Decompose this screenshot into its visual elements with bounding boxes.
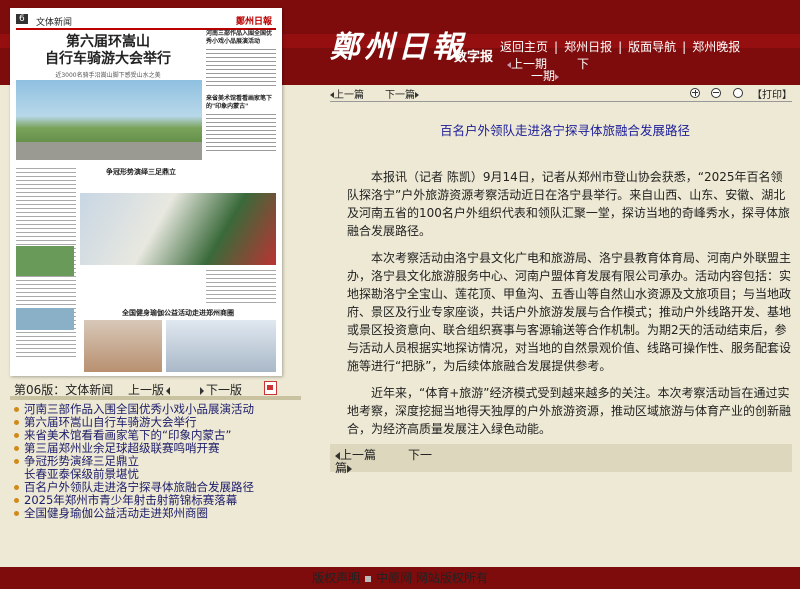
- paper-headline-line2: 自行车骑游大会举行: [45, 51, 171, 67]
- text-lines: [206, 114, 276, 154]
- zoom-in-icon[interactable]: [690, 88, 700, 98]
- toolbar-next-article[interactable]: 下一篇: [385, 86, 419, 101]
- paper-section: 文体新闻: [36, 18, 73, 28]
- shooting-photo-small: [16, 308, 74, 330]
- article-title: 百名户外领队走进洛宁探寻体旅融合发展路径: [439, 123, 690, 138]
- next-issue-link-cont[interactable]: 一期: [531, 67, 560, 84]
- list-item[interactable]: 全国健身瑜伽公益活动走进郑州商圈: [14, 507, 304, 520]
- paper-headline[interactable]: 第六届环嵩山 自行车骑游大会举行: [18, 34, 198, 68]
- yoga-photo-2: [166, 320, 276, 372]
- article-body: 本报讯（记者 陈凯）9月14日，记者从郑州市登山协会获悉，“2025年百名领队探…: [347, 168, 791, 447]
- nav-separator: |: [554, 40, 559, 54]
- paper-right-column[interactable]: 河南三部作品入围全国优秀小戏小品展演活动 来省美术馆看看画家笔下的"印象内蒙古": [206, 30, 276, 160]
- text-lines: [206, 49, 276, 89]
- right-triangle-icon: [415, 92, 419, 98]
- nav-separator: |: [618, 40, 623, 54]
- article-paragraph: 本次考察活动由洛宁县文化广电和旅游局、洛宁县教育体育局、河南户外联盟主办，洛宁县…: [347, 251, 792, 373]
- article-bottom-nav: 上一篇 下一 篇: [330, 444, 792, 475]
- zoom-out-icon[interactable]: [711, 88, 721, 98]
- article-list: 河南三部作品入围全国优秀小戏小品展演活动 第六届环嵩山自行车骑游大会举行 来省美…: [14, 403, 304, 520]
- reset-zoom-icon[interactable]: [733, 88, 743, 98]
- paper-side-title-2: 来省美术馆看看画家笔下的"印象内蒙古": [206, 95, 273, 110]
- paper-mid-title[interactable]: 争冠形势演绎三足鼎立: [80, 168, 202, 182]
- toolbar-next-label: 下一篇: [385, 90, 415, 101]
- brand-logo[interactable]: 鄭州日報: [330, 22, 466, 66]
- bottom-next-article-cont[interactable]: 篇: [335, 459, 353, 476]
- cycling-photo: [16, 80, 202, 160]
- paper-article-block[interactable]: [206, 270, 276, 306]
- paper-side-title-1: 河南三部作品入围全国优秀小戏小品展演活动: [206, 30, 273, 45]
- top-nav: 返回主页 | 郑州日报 | 版面导航 | 郑州晚报: [500, 38, 740, 55]
- right-triangle-icon: [347, 464, 353, 473]
- print-button[interactable]: 【打印】: [752, 86, 792, 101]
- next-issue-link[interactable]: 下: [577, 55, 589, 72]
- next-issue-label: 一期: [531, 69, 556, 83]
- soccer-photo-small: [16, 246, 74, 276]
- paper-bottom-title[interactable]: 全国健身瑜伽公益活动走进郑州商圈: [80, 308, 276, 318]
- footer: 版权声明 中原网 网站版权所有: [0, 567, 800, 589]
- paper-logo: 鄭州日報: [235, 17, 272, 27]
- footer-copyright: 中原网 网站版权所有: [376, 571, 488, 585]
- left-triangle-icon: [166, 386, 171, 395]
- yoga-photo-1: [84, 320, 162, 372]
- brand-subtitle: 数字报: [454, 50, 494, 65]
- paper-subline: 近3000名骑手沿嵩山脚下感受山水之美: [55, 72, 161, 79]
- nav-home-link[interactable]: 返回主页: [500, 38, 548, 55]
- paper-page-number: 6: [16, 14, 28, 24]
- right-arrow-icon: [555, 73, 560, 80]
- paper-header: 6 文体新闻 鄭州日報: [16, 14, 276, 30]
- pdf-icon[interactable]: [264, 381, 277, 395]
- article-paragraph: 近年来，“体育+旅游”经济模式受到越来越多的关注。本次考察活动旨在通过实地考察，…: [347, 386, 792, 436]
- newspaper-page-thumbnail[interactable]: 6 文体新闻 鄭州日報 第六届环嵩山 自行车骑游大会举行 近3000名骑手沿嵩山…: [10, 8, 282, 376]
- paper-headline-line1: 第六届环嵩山: [66, 34, 150, 50]
- paper-mid-title-text: 争冠形势演绎三足鼎立: [106, 168, 176, 176]
- left-divider: [10, 396, 301, 400]
- nav-zzrb-link[interactable]: 郑州日报: [564, 38, 612, 55]
- footer-separator: [365, 576, 372, 582]
- bottom-next-label: 篇: [335, 461, 348, 475]
- right-triangle-icon: [200, 386, 204, 395]
- article-toolbar: 上一篇 下一篇: [330, 83, 792, 102]
- copyright-link[interactable]: 版权声明: [312, 567, 360, 589]
- nav-separator: |: [682, 40, 687, 54]
- road: [16, 142, 202, 160]
- toolbar-prev-label: 上一篇: [334, 90, 364, 101]
- nav-zzwb-link[interactable]: 郑州晚报: [692, 38, 740, 55]
- article-paragraph: 本报讯（记者 陈凯）9月14日，记者从郑州市登山协会获悉，“2025年百名领队探…: [347, 170, 790, 238]
- soccer-photo: [80, 193, 276, 265]
- prev-page-label: 上一版: [128, 383, 165, 397]
- toolbar-prev-article[interactable]: 上一篇: [330, 86, 364, 101]
- nav-layout-link[interactable]: 版面导航: [628, 38, 676, 55]
- bottom-next-article[interactable]: 下一: [408, 446, 432, 463]
- next-page-label: 下一版: [206, 383, 243, 397]
- list-item[interactable]: 争冠形势演绎三足鼎立: [14, 455, 304, 468]
